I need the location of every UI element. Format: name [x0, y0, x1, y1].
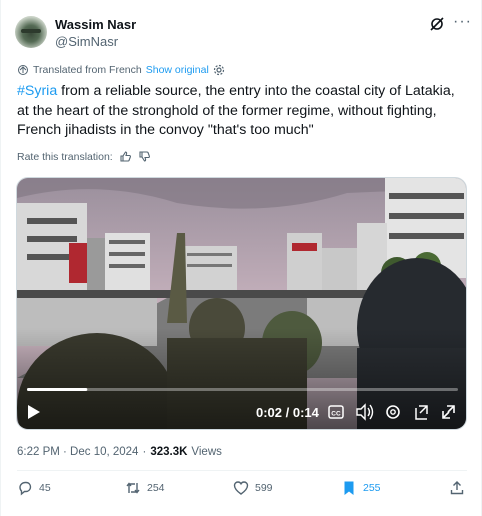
bookmark-count: 255	[363, 482, 381, 494]
reply-button[interactable]: 45	[17, 480, 51, 496]
tweet-text: #Syria from a reliable source, the entry…	[17, 82, 469, 141]
svg-text:CC: CC	[331, 411, 341, 418]
author-name[interactable]: Wassim Nasr	[55, 17, 136, 32]
author-handle[interactable]: @SimNasr	[55, 34, 118, 49]
repost-button[interactable]: 254	[125, 480, 165, 496]
share-button[interactable]	[449, 480, 465, 496]
repost-icon	[126, 482, 140, 494]
video-player[interactable]: 0:02 / 0:14 CC	[16, 177, 467, 430]
video-progress-track[interactable]	[27, 388, 458, 391]
tweet-body: from a reliable source, the entry into t…	[17, 83, 455, 138]
like-count: 599	[255, 482, 273, 494]
tweet-timestamp[interactable]: 6:22 PM · Dec 10, 2024	[17, 446, 138, 458]
views-count: 323.3K	[150, 446, 188, 458]
video-progress-fill	[27, 388, 88, 391]
video-time: 0:02 / 0:14	[256, 405, 320, 420]
like-button[interactable]: 599	[233, 480, 273, 496]
tweet-meta: 6:22 PM · Dec 10, 2024 · 323.3K Views	[17, 446, 222, 458]
tweet-card: Wassim Nasr @SimNasr ··· Translated from…	[0, 0, 482, 516]
repost-count: 254	[147, 482, 165, 494]
reply-count: 45	[39, 482, 51, 494]
video-frame[interactable]: 0:02 / 0:14 CC	[17, 178, 467, 430]
settings-gear-icon[interactable]	[213, 64, 225, 76]
grok-icon[interactable]	[429, 16, 445, 32]
translation-notice: Translated from French Show original	[17, 64, 225, 76]
avatar[interactable]	[15, 16, 47, 48]
bookmark-icon	[344, 481, 354, 495]
views-label: Views	[191, 446, 222, 458]
heart-icon	[233, 481, 249, 495]
bookmark-button[interactable]: 255	[341, 480, 381, 496]
share-icon	[450, 481, 464, 495]
thumbs-up-icon[interactable]	[119, 150, 132, 163]
reply-icon	[19, 481, 32, 496]
rate-translation: Rate this translation:	[17, 150, 151, 163]
meta-separator: ·	[142, 446, 147, 458]
translate-icon	[18, 65, 28, 75]
divider	[17, 470, 467, 471]
action-bar: 45 254 599 255	[17, 480, 467, 504]
more-options-icon[interactable]: ···	[453, 14, 471, 33]
translated-label: Translated from French	[33, 64, 142, 76]
thumbs-down-icon[interactable]	[138, 150, 151, 163]
hashtag-link[interactable]: #Syria	[17, 83, 57, 99]
show-original-link[interactable]: Show original	[146, 64, 209, 76]
rate-label: Rate this translation:	[17, 150, 113, 163]
